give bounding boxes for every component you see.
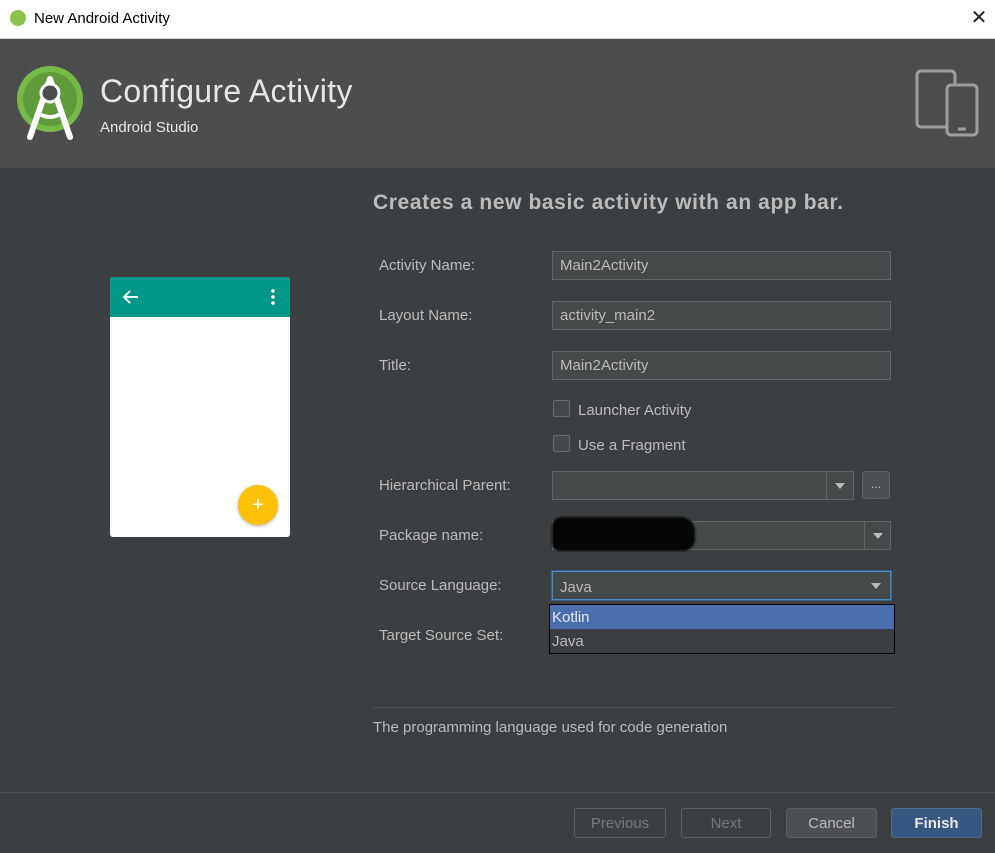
preview-app-bar [110, 277, 290, 317]
source-language-combo[interactable]: Java [552, 571, 891, 600]
finish-button[interactable]: Finish [891, 808, 982, 838]
hierarchical-parent-label: Hierarchical Parent: [379, 477, 511, 494]
help-text: The programming language used for code g… [373, 719, 728, 736]
use-fragment-checkbox[interactable] [553, 435, 570, 452]
cancel-button[interactable]: Cancel [786, 808, 877, 838]
android-studio-icon [10, 10, 26, 26]
back-arrow-icon [122, 290, 138, 304]
title-field[interactable]: Main2Activity [552, 351, 891, 380]
layout-name-label: Layout Name: [379, 307, 473, 324]
android-studio-logo-icon [17, 66, 83, 140]
use-fragment-label[interactable]: Use a Fragment [578, 437, 686, 454]
page-title: Configure Activity [100, 73, 353, 109]
activity-preview: + [110, 277, 290, 537]
close-icon[interactable]: ✕ [967, 6, 991, 30]
fab-add-icon: + [238, 485, 278, 525]
redaction-mark [552, 517, 695, 551]
layout-name-field[interactable]: activity_main2 [552, 301, 891, 330]
window-title: New Android Activity [34, 10, 170, 27]
overflow-menu-icon [271, 289, 275, 305]
divider [373, 707, 894, 708]
target-source-set-label: Target Source Set: [379, 627, 504, 644]
source-language-label: Source Language: [379, 577, 502, 594]
title-value: Main2Activity [560, 357, 649, 374]
page-subtitle: Android Studio [100, 119, 199, 136]
hierarchical-parent-combo[interactable] [552, 471, 854, 500]
launcher-activity-checkbox[interactable] [553, 400, 570, 417]
previous-button[interactable]: Previous [574, 808, 666, 838]
chevron-down-icon[interactable] [826, 472, 853, 499]
activity-name-field[interactable]: Main2Activity [552, 251, 891, 280]
package-name-label: Package name: [379, 527, 484, 544]
title-label: Title: [379, 357, 411, 374]
layout-name-value: activity_main2 [560, 307, 656, 324]
source-language-value: Java [560, 579, 592, 596]
option-java[interactable]: Java [550, 629, 894, 653]
browse-parent-button[interactable]: ... [862, 471, 890, 499]
launcher-activity-label[interactable]: Launcher Activity [578, 402, 691, 419]
wizard-header: Configure Activity Android Studio [0, 39, 995, 168]
chevron-down-icon[interactable] [864, 522, 891, 549]
template-description: Creates a new basic activity with an app… [373, 191, 844, 214]
window-title-bar: New Android Activity ✕ [0, 0, 995, 39]
option-kotlin[interactable]: Kotlin [550, 605, 894, 629]
next-button[interactable]: Next [681, 808, 771, 838]
chevron-down-icon[interactable] [871, 583, 881, 589]
source-language-dropdown: Kotlin Java [549, 604, 895, 654]
activity-name-value: Main2Activity [560, 257, 649, 274]
devices-icon [915, 69, 979, 137]
activity-name-label: Activity Name: [379, 257, 475, 274]
